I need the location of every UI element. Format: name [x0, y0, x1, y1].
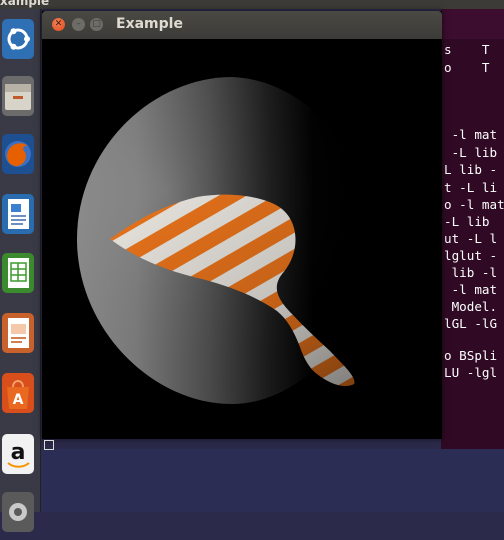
desktop-background	[41, 449, 504, 512]
launcher-item-calc[interactable]	[0, 249, 36, 301]
close-button[interactable]: ✕	[52, 18, 65, 31]
resize-handle[interactable]	[44, 440, 54, 450]
launcher-item-impress[interactable]	[0, 309, 36, 361]
terminal-line: s T	[444, 42, 490, 57]
software-center-icon: A	[2, 373, 34, 413]
maximize-button[interactable]: □	[90, 18, 103, 31]
example-window[interactable]: ✕ – □ Example	[42, 11, 442, 439]
terminal-line: lglut -	[444, 248, 498, 263]
terminal-line: -L lib	[444, 214, 498, 229]
terminal-line: -l mat	[444, 127, 498, 142]
launcher-item-dash[interactable]	[0, 15, 36, 67]
ubuntu-dash-icon	[2, 19, 34, 59]
launcher-item-files[interactable]	[0, 72, 36, 124]
minimize-button[interactable]: –	[72, 18, 85, 31]
launcher-item-settings[interactable]	[0, 488, 36, 540]
terminal-line: LU -lgl	[444, 365, 498, 380]
launcher-item-writer[interactable]	[0, 190, 36, 242]
launcher-item-amazon[interactable]: a	[0, 430, 36, 482]
rendered-scene	[77, 77, 372, 404]
window-title: Example	[116, 16, 183, 32]
terminal-line: -L lib	[444, 145, 498, 160]
launcher: A a	[0, 9, 41, 532]
svg-text:a: a	[11, 440, 26, 465]
terminal-line: Model.	[444, 299, 498, 314]
launcher-item-firefox[interactable]	[0, 130, 36, 182]
impress-icon	[2, 313, 34, 353]
active-app-title: xample	[0, 0, 50, 8]
launcher-item-software-center[interactable]: A	[0, 369, 36, 421]
writer-icon	[2, 194, 34, 234]
settings-icon	[2, 492, 34, 532]
terminal-window[interactable]: s T o T -l mat -L lib L lib - t -L li o -l m…	[441, 9, 504, 449]
maximize-icon: □	[92, 19, 101, 29]
close-icon: ✕	[54, 19, 63, 29]
terminal-line: L lib -	[444, 162, 498, 177]
files-icon	[2, 76, 34, 116]
opengl-canvas[interactable]	[42, 39, 442, 439]
terminal-line: lib -l	[444, 265, 498, 280]
terminal-line: o BSpli	[444, 348, 498, 363]
top-menu-bar: xample	[0, 0, 504, 9]
window-titlebar[interactable]: ✕ – □ Example	[42, 11, 442, 39]
terminal-line: -l mat	[444, 282, 498, 297]
minimize-icon: –	[76, 19, 81, 29]
terminal-header	[441, 9, 504, 39]
terminal-line: t -L li	[444, 180, 498, 195]
terminal-line: lGL -lG	[444, 316, 498, 331]
svg-text:A: A	[13, 392, 24, 408]
calc-icon	[2, 253, 34, 293]
terminal-line: o T	[444, 60, 490, 75]
terminal-line: o -l mat	[444, 197, 504, 212]
amazon-icon: a	[2, 434, 34, 474]
terminal-line: ut -L l	[444, 231, 498, 246]
firefox-icon	[2, 134, 34, 174]
